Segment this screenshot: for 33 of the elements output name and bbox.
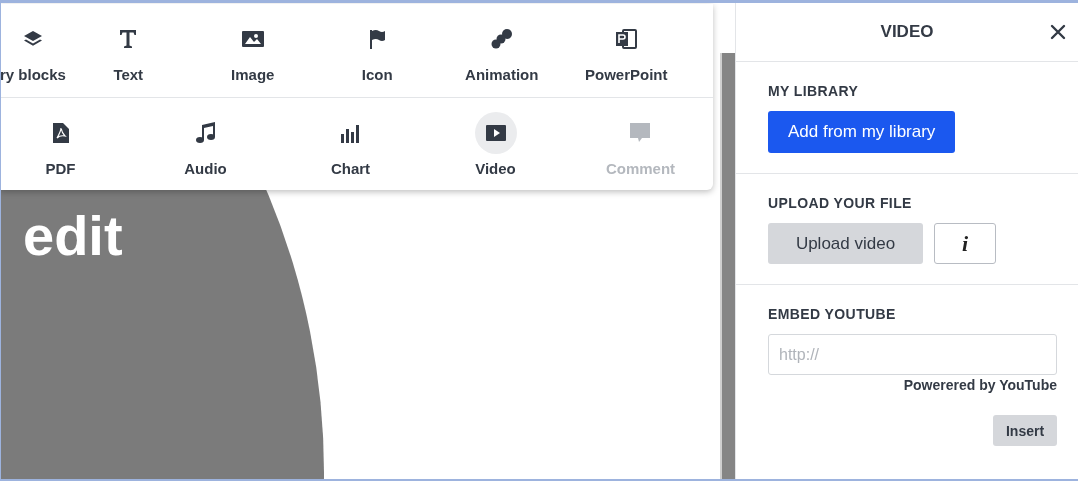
section-heading: MY LIBRARY: [768, 83, 860, 99]
play-icon: [485, 125, 506, 141]
section-heading: EMBED YOUTUBE: [768, 306, 897, 322]
url-input-field[interactable]: http://: [768, 334, 1057, 375]
insert-tool[interactable]: PowerPoint: [585, 18, 668, 83]
insert-tool[interactable]: Animation: [465, 18, 539, 83]
presentation-file-icon: [615, 29, 638, 49]
pdf-file-icon: [52, 123, 69, 143]
dots-icon: [490, 29, 513, 49]
insert-tool[interactable]: Text: [107, 18, 150, 83]
upload-video-button[interactable]: Upload video: [768, 223, 923, 264]
slide-text: edit: [23, 208, 123, 264]
info-button[interactable]: i: [934, 223, 996, 264]
insert-tool[interactable]: Image: [231, 18, 275, 83]
powered-by-note: Powerered by YouTube: [902, 377, 1057, 393]
insert-button[interactable]: Insert: [993, 415, 1057, 446]
layers-icon: [22, 29, 43, 49]
insert-tool[interactable]: Audio: [184, 112, 227, 177]
flag-icon: [368, 29, 387, 49]
panel-title: VIDEO: [880, 22, 934, 42]
picture-icon: [241, 31, 264, 47]
insert-tool[interactable]: Chart: [329, 112, 372, 177]
insert-tool[interactable]: ry blocks: [1, 18, 66, 83]
speech-bubble-icon: [630, 123, 651, 143]
close-button[interactable]: [1050, 24, 1066, 40]
add-from-library-button[interactable]: Add from my library: [768, 111, 956, 153]
insert-tool[interactable]: PDF: [39, 112, 82, 177]
music-note-icon: [195, 122, 216, 144]
insert-tool[interactable]: Icon: [356, 18, 399, 83]
close-icon: [1050, 24, 1066, 40]
bar-chart-icon: [340, 123, 361, 143]
section-heading: UPLOAD YOUR FILE: [768, 195, 913, 211]
serif-t-icon: [119, 29, 138, 49]
